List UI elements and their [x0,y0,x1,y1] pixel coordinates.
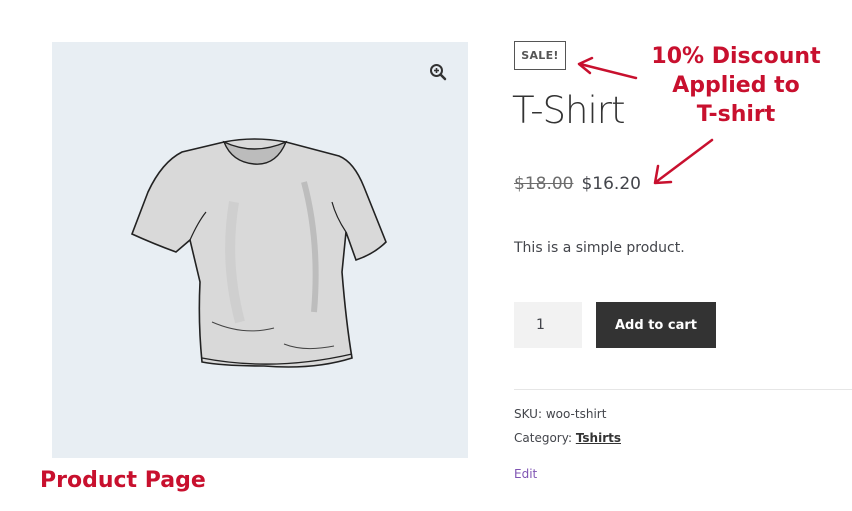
product-image[interactable] [52,42,468,458]
magnifier-plus-icon [430,64,447,81]
sale-badge: SALE! [514,41,566,70]
annotation-line-2: Applied to [672,73,800,98]
tshirt-illustration [130,138,387,368]
product-description: This is a simple product. [514,240,685,256]
product-title: T-Shirt [512,89,625,132]
category-label: Category: [514,431,572,445]
sku-value: woo-tshirt [545,407,607,421]
divider [514,389,852,390]
category-link[interactable]: Tshirts [576,431,621,445]
annotation-line-1: 10% Discount [651,44,821,69]
zoom-button[interactable] [424,58,452,86]
sku-line: SKU: woo-tshirt [514,407,606,421]
arrow-to-price [653,138,714,185]
add-to-cart-button[interactable]: Add to cart [596,302,716,348]
page-label-annotation: Product Page [40,468,206,493]
discount-annotation: 10% Discount Applied to T-shirt [640,42,832,129]
edit-link[interactable]: Edit [514,467,537,481]
arrow-to-badge [577,56,638,80]
annotation-line-3: T-shirt [696,102,776,127]
quantity-input[interactable] [514,302,582,348]
sku-label: SKU: [514,407,542,421]
category-line: Category: Tshirts [514,431,621,445]
regular-price: $18.00 [514,174,574,194]
sale-price: $16.20 [581,174,641,194]
product-price: $18.00 $16.20 [514,174,641,194]
